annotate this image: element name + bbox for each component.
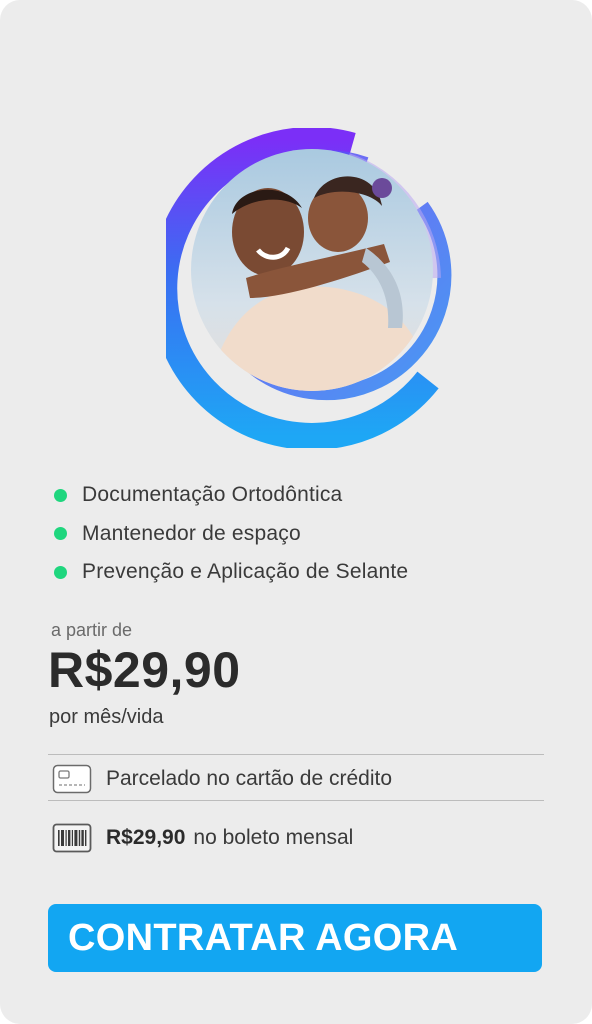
boleto-amount: R$29,90 xyxy=(106,826,186,849)
divider xyxy=(48,800,544,801)
contract-now-button[interactable]: CONTRATAR AGORA xyxy=(48,904,542,972)
payment-option-boleto: R$29,90 no boleto mensal xyxy=(52,823,353,853)
check-bullet-icon xyxy=(54,488,67,502)
price-from-label: a partir de xyxy=(51,620,133,640)
payment-option-text: Parcelado no cartão de crédito xyxy=(106,767,393,790)
feature-item: Mantenedor de espaço xyxy=(54,515,554,554)
check-bullet-icon xyxy=(54,527,67,541)
plan-card: Documentação Ortodôntica Mantenedor de e… xyxy=(0,0,592,1024)
check-bullet-icon xyxy=(54,565,67,579)
payment-option-text: no boleto mensal xyxy=(193,826,354,849)
price-value: R$29,90 xyxy=(48,642,241,698)
payment-option-credit-card: Parcelado no cartão de crédito xyxy=(52,764,392,794)
feature-list: Documentação Ortodôntica Mantenedor de e… xyxy=(54,476,554,592)
divider xyxy=(48,754,544,755)
barcode-icon xyxy=(52,823,92,853)
hero-illustration xyxy=(166,128,456,448)
feature-label: Mantenedor de espaço xyxy=(82,521,301,545)
feature-label: Prevenção e Aplicação de Selante xyxy=(82,560,409,584)
price-period: por mês/vida xyxy=(49,706,164,728)
credit-card-icon xyxy=(52,764,92,794)
feature-label: Documentação Ortodôntica xyxy=(82,483,343,507)
feature-item: Documentação Ortodôntica xyxy=(54,476,554,515)
feature-item: Prevenção e Aplicação de Selante xyxy=(54,553,554,592)
